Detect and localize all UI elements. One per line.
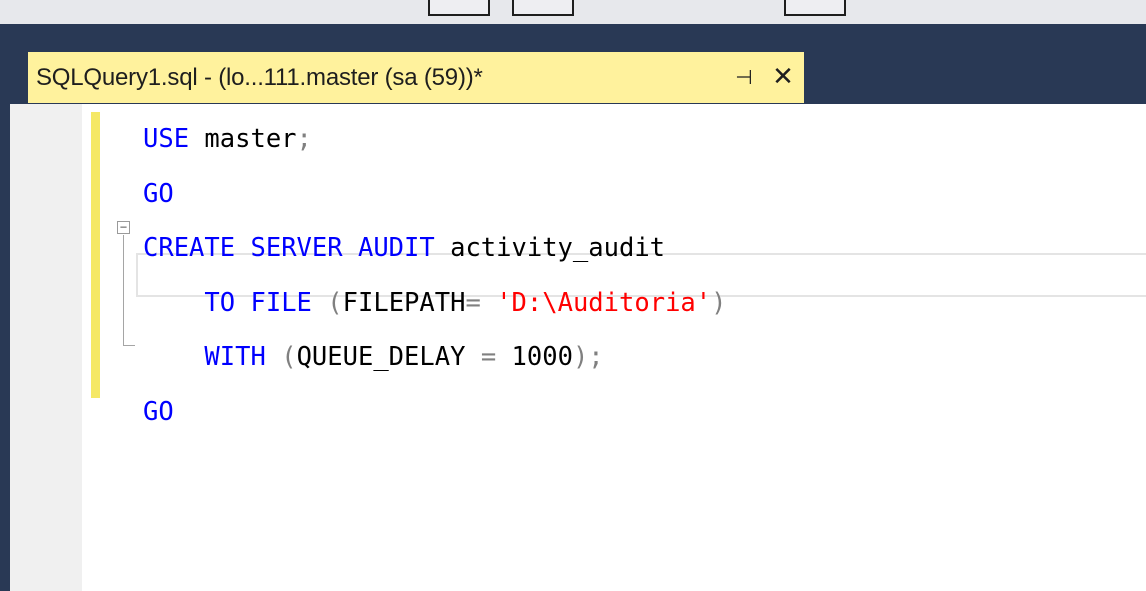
sql-text: master <box>189 124 297 154</box>
sql-keyword: GO <box>143 396 174 427</box>
sql-text: 1000 <box>496 342 573 372</box>
sql-operator: = <box>480 342 497 372</box>
sql-keyword: AUDIT <box>357 233 435 263</box>
sql-keyword: SERVER <box>250 233 343 263</box>
toolbar-button[interactable] <box>512 0 574 16</box>
sql-keyword: USE <box>143 124 190 154</box>
sql-operator: ( <box>327 287 343 318</box>
code-line[interactable]: TO FILE (FILEPATH= 'D:\Auditoria') <box>143 276 726 331</box>
code-line[interactable]: GO <box>143 385 726 440</box>
sql-keyword: CREATE <box>143 233 236 263</box>
window-left-edge <box>0 24 10 591</box>
sql-keyword: WITH <box>204 342 266 372</box>
code-line[interactable]: CREATE SERVER AUDIT activity_audit <box>143 221 726 276</box>
toolbar-button[interactable] <box>428 0 490 16</box>
sql-operator: ); <box>572 342 604 372</box>
sql-operator: ( <box>281 342 297 372</box>
sql-keyword: GO <box>143 178 174 209</box>
toolbar-strip <box>0 0 1146 25</box>
editor-gutter <box>10 104 82 591</box>
document-tab-title: SQLQuery1.sql - (lo...111.master (sa (59… <box>36 63 483 91</box>
code-line[interactable]: USE master; <box>143 112 726 167</box>
sql-text: FILEPATH <box>342 287 466 318</box>
collapse-icon[interactable]: − <box>117 221 130 234</box>
toolbar-button[interactable] <box>784 0 846 16</box>
code-line[interactable]: GO <box>143 167 726 222</box>
sql-keyword: TO <box>204 287 236 318</box>
close-icon[interactable]: ✕ <box>770 62 796 92</box>
sql-keyword: FILE <box>250 287 312 318</box>
code-text-area[interactable]: USE master; GO CREATE SERVER AUDIT activit… <box>143 112 726 439</box>
sql-string: 'D:\Auditoria' <box>496 287 712 318</box>
sql-text: QUEUE_DELAY <box>296 342 466 372</box>
outline-guide-end <box>123 345 135 346</box>
pin-icon[interactable]: ⊣ <box>732 65 756 89</box>
sql-text: activity_audit <box>434 233 666 263</box>
outline-guide-line <box>123 235 124 345</box>
change-tracking-bar <box>91 112 100 398</box>
sql-operator: ) <box>711 287 727 318</box>
sql-operator: ; <box>296 124 312 154</box>
code-line[interactable]: WITH (QUEUE_DELAY = 1000); <box>143 330 726 385</box>
sql-operator: = <box>465 287 481 318</box>
document-tab-active[interactable]: SQLQuery1.sql - (lo...111.master (sa (59… <box>28 52 804 103</box>
